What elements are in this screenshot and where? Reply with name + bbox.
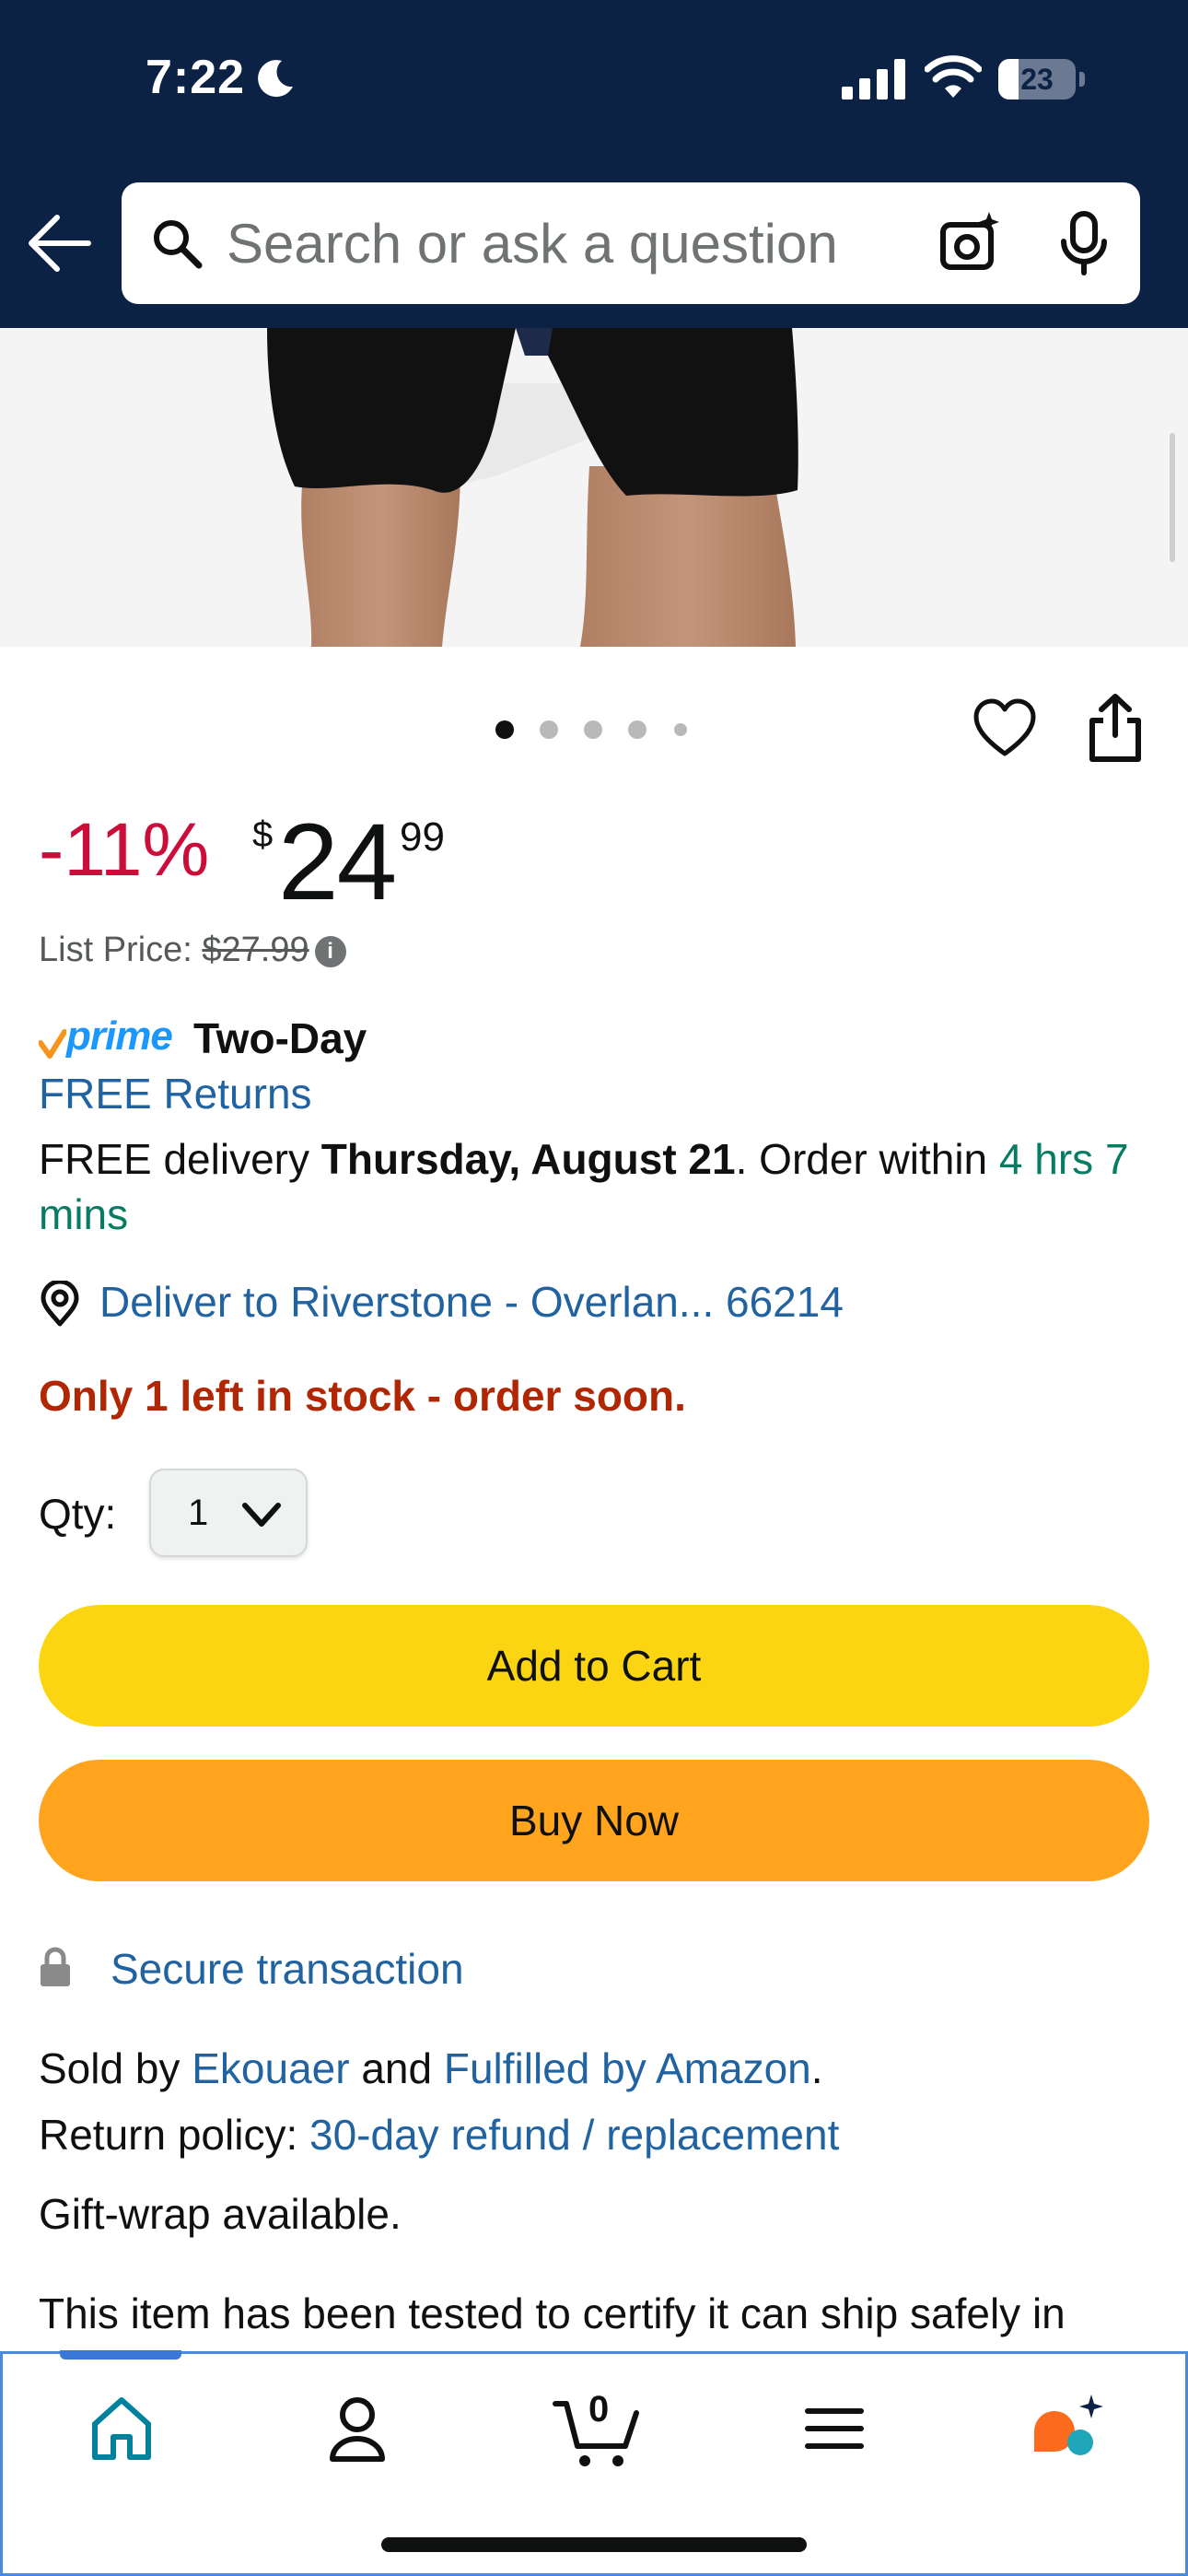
delivery-prefix: FREE delivery bbox=[39, 1135, 321, 1183]
moon-icon bbox=[258, 60, 293, 98]
list-price-value: $27.99 bbox=[202, 931, 309, 969]
buy-now-button[interactable]: Buy Now bbox=[39, 1760, 1149, 1881]
delivery-date: Thursday, August 21 bbox=[320, 1135, 736, 1183]
menu-icon[interactable] bbox=[793, 2387, 876, 2470]
carousel-dot[interactable] bbox=[628, 720, 646, 739]
return-policy-label: Return policy: bbox=[39, 2111, 310, 2159]
product-image[interactable] bbox=[0, 328, 1188, 647]
period: . bbox=[810, 2044, 823, 2092]
cellular-signal-icon bbox=[842, 59, 905, 100]
location-pin-icon bbox=[41, 1281, 79, 1327]
shipping-certification-text: This item has been tested to certify it … bbox=[39, 2289, 1066, 2337]
quantity-dropdown[interactable]: 1 bbox=[149, 1469, 308, 1557]
active-tab-indicator bbox=[60, 2350, 181, 2359]
camera-search-icon[interactable] bbox=[938, 210, 1004, 276]
carousel-dot[interactable] bbox=[584, 720, 602, 739]
secure-transaction-link[interactable]: Secure transaction bbox=[111, 1944, 464, 1994]
deliver-to-link[interactable]: Deliver to Riverstone - Overlan... 66214 bbox=[99, 1277, 844, 1327]
delivery-info: FREE delivery Thursday, August 21. Order… bbox=[39, 1131, 1153, 1242]
wifi-icon bbox=[925, 55, 982, 98]
list-price: List Price: $27.99 i bbox=[39, 931, 346, 970]
return-policy-link[interactable]: 30-day refund / replacement bbox=[309, 2111, 839, 2159]
status-time: 7:22 bbox=[146, 51, 246, 104]
seller-link[interactable]: Ekouaer bbox=[192, 2044, 349, 2092]
carousel-dot[interactable] bbox=[495, 720, 514, 739]
stock-warning: Only 1 left in stock - order soon. bbox=[39, 1372, 686, 1420]
prime-label: prime bbox=[66, 1013, 173, 1059]
order-within: . Order within bbox=[735, 1135, 999, 1183]
price-fraction: 99 bbox=[400, 814, 445, 860]
price-currency: $ bbox=[252, 814, 274, 855]
microphone-icon[interactable] bbox=[1055, 210, 1112, 276]
heart-icon[interactable] bbox=[973, 697, 1037, 761]
scroll-indicator bbox=[1170, 433, 1175, 562]
add-to-cart-button[interactable]: Add to Cart bbox=[39, 1605, 1149, 1727]
price-whole: 24 bbox=[278, 802, 397, 923]
gift-wrap-text: Gift-wrap available. bbox=[39, 2190, 402, 2238]
cart-count: 0 bbox=[588, 2389, 610, 2430]
and-text: and bbox=[349, 2044, 444, 2092]
return-policy-line: Return policy: 30-day refund / replaceme… bbox=[39, 2110, 839, 2160]
rufus-assistant-icon[interactable] bbox=[1027, 2387, 1110, 2470]
app-header: 7:22 23 bbox=[0, 0, 1188, 328]
home-indicator[interactable] bbox=[381, 2537, 807, 2552]
battery-level: 23 bbox=[1020, 63, 1054, 96]
prime-speed: Two-Day bbox=[193, 1014, 367, 1062]
home-icon[interactable] bbox=[80, 2387, 163, 2470]
search-input[interactable] bbox=[227, 182, 954, 304]
sold-by-line: Sold by Ekouaer and Fulfilled by Amazon. bbox=[39, 2043, 823, 2093]
product-photo bbox=[267, 328, 798, 647]
fulfilled-by-link[interactable]: Fulfilled by Amazon bbox=[444, 2044, 811, 2092]
back-arrow-icon[interactable] bbox=[24, 208, 94, 278]
prime-check-icon bbox=[39, 1029, 66, 1059]
image-carousel-dots[interactable] bbox=[488, 715, 691, 743]
cart-tab[interactable]: 0 bbox=[552, 2387, 644, 2470]
quantity-value: 1 bbox=[188, 1493, 209, 1533]
discount-percent: -11% bbox=[39, 808, 210, 892]
account-icon[interactable] bbox=[316, 2387, 399, 2470]
search-icon bbox=[154, 220, 203, 269]
list-price-label: List Price: bbox=[39, 931, 203, 969]
sold-by-prefix: Sold by bbox=[39, 2044, 192, 2092]
info-icon[interactable]: i bbox=[314, 935, 346, 967]
carousel-dot[interactable] bbox=[674, 723, 687, 736]
lock-icon bbox=[41, 1947, 70, 1986]
share-icon[interactable] bbox=[1085, 693, 1146, 763]
chevron-down-icon bbox=[242, 1503, 281, 1527]
quantity-label: Qty: bbox=[39, 1490, 117, 1538]
free-returns-link[interactable]: FREE Returns bbox=[39, 1069, 312, 1118]
carousel-dot[interactable] bbox=[540, 720, 558, 739]
search-bar[interactable] bbox=[122, 182, 1140, 304]
